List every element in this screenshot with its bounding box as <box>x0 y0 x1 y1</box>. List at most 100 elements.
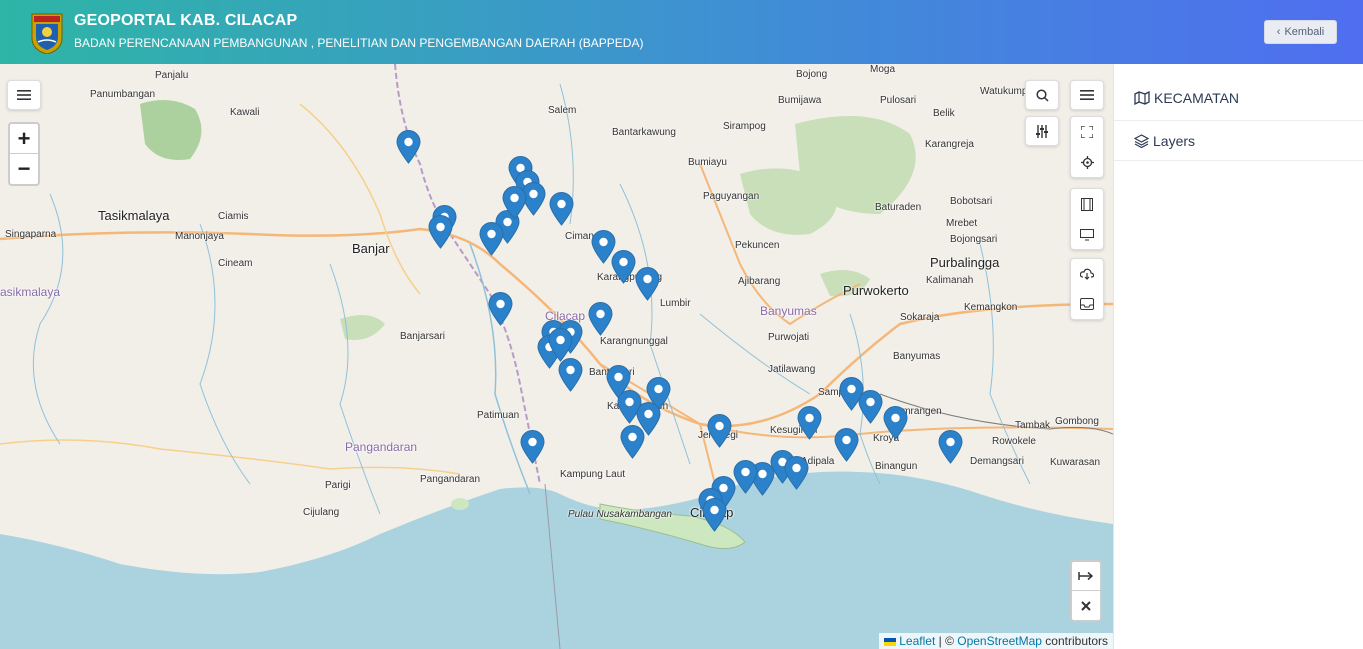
data-tools-group <box>1070 258 1104 320</box>
map-view[interactable]: Panjalu Panumbangan Kawali Tasikmalaya Ciami… <box>0 64 1113 649</box>
locate-icon[interactable] <box>1080 155 1094 169</box>
menu-toggle-button[interactable] <box>7 80 41 110</box>
map-label: Singaparna <box>5 229 57 240</box>
back-button-label: Kembali <box>1284 26 1325 38</box>
map-label: Banyumas <box>893 351 941 362</box>
map-label: Bumiayu <box>688 157 727 168</box>
map-marker-pin[interactable] <box>707 414 732 448</box>
cilacap-logo <box>31 13 63 54</box>
app-subtitle: BADAN PERENCANAAN PEMBANGUNAN , PENELITI… <box>74 36 644 50</box>
map-marker-pin[interactable] <box>428 215 453 249</box>
zoom-in-button[interactable]: + <box>10 124 38 154</box>
map-label: Banyumas <box>760 304 817 318</box>
inbox-icon[interactable] <box>1080 298 1094 310</box>
view-tools-group <box>1070 188 1104 250</box>
map-label: Kawali <box>230 107 260 118</box>
map-icon <box>1134 91 1150 105</box>
map-marker-pin[interactable] <box>558 358 583 392</box>
chevron-left-icon: ‹ <box>1276 26 1281 38</box>
map-marker-pin[interactable] <box>479 222 504 256</box>
map-label: Parigi <box>325 480 351 491</box>
map-label: Ciamis <box>218 211 249 222</box>
hamburger-icon <box>17 90 31 100</box>
map-label: Bojongsari <box>950 234 998 245</box>
search-button[interactable] <box>1025 80 1059 110</box>
film-icon[interactable] <box>1081 197 1093 211</box>
map-marker-pin[interactable] <box>548 328 573 362</box>
layer-menu-button[interactable] <box>1070 80 1104 110</box>
app-title: GEOPORTAL KAB. CILACAP <box>74 12 298 29</box>
osm-link[interactable]: OpenStreetMap <box>957 634 1042 648</box>
map-marker-pin[interactable] <box>502 186 527 220</box>
leaflet-link[interactable]: Leaflet <box>899 634 935 648</box>
map-label: Pangandaran <box>345 440 418 454</box>
map-label: Panjalu <box>155 70 189 81</box>
sidebar-item-layers[interactable]: Layers <box>1114 121 1363 161</box>
map-label: Kemangkon <box>964 302 1018 313</box>
map-marker-pin[interactable] <box>520 430 545 464</box>
map-label: Banjarsari <box>400 331 446 342</box>
map-marker-pin[interactable] <box>733 460 758 494</box>
map-marker-pin[interactable] <box>396 130 421 164</box>
map-label: Rowokele <box>992 436 1036 447</box>
map-label: Ajibarang <box>738 276 781 287</box>
map-marker-pin[interactable] <box>620 425 645 459</box>
map-label: Purbalingga <box>930 255 1000 270</box>
map-label: Panumbangan <box>90 89 156 100</box>
map-label: Patimuan <box>477 410 520 421</box>
map-label: Purwojati <box>768 332 810 343</box>
map-label: Bobotsari <box>950 196 993 207</box>
map-marker-pin[interactable] <box>883 406 908 440</box>
map-label: Tasikmalaya <box>98 208 170 223</box>
map-label: Demangsari <box>970 456 1024 467</box>
filter-button[interactable] <box>1025 116 1059 146</box>
sidebar-item-kecamatan[interactable]: KECAMATAN <box>1114 64 1363 121</box>
map-marker-pin[interactable] <box>938 430 963 464</box>
map-marker-pin[interactable] <box>588 302 613 336</box>
map-label: Manonjaya <box>175 231 224 242</box>
sidebar: KECAMATAN Layers <box>1113 64 1363 649</box>
measure-control <box>1070 560 1102 622</box>
fullscreen-icon[interactable] <box>1081 125 1093 138</box>
ukraine-flag-icon <box>884 637 897 646</box>
map-label: asikmalaya <box>0 285 61 299</box>
map-label: Pangandaran <box>420 474 481 485</box>
map-label: Pulosari <box>880 95 917 106</box>
map-label: Bojong <box>796 69 828 80</box>
expand-sidebar-button[interactable] <box>1072 562 1100 591</box>
map-label: Salem <box>548 105 577 116</box>
map-label: Lumbir <box>660 298 691 309</box>
sliders-icon <box>1036 124 1048 138</box>
map-marker-pin[interactable] <box>702 498 727 532</box>
arrow-right-bar-icon <box>1078 571 1094 581</box>
map-label: Cineam <box>218 258 253 269</box>
back-button[interactable]: ‹ Kembali <box>1264 20 1337 44</box>
map-label: Banjar <box>352 241 390 256</box>
layers-icon <box>1134 133 1149 148</box>
close-button[interactable] <box>1072 591 1100 620</box>
map-marker-pin[interactable] <box>635 267 660 301</box>
attribution-separator: | © <box>935 634 958 648</box>
screen-icon[interactable] <box>1080 228 1094 241</box>
hamburger-icon <box>1080 90 1094 100</box>
map-label: Purwokerto <box>843 283 909 298</box>
sidebar-item-label: KECAMATAN <box>1154 90 1240 106</box>
map-marker-pin[interactable] <box>488 292 513 326</box>
zoom-out-button[interactable]: − <box>10 154 38 184</box>
map-marker-pin[interactable] <box>797 406 822 440</box>
map-marker-pin[interactable] <box>858 390 883 424</box>
map-label: Cijulang <box>303 507 340 518</box>
cloud-download-icon[interactable] <box>1080 268 1094 280</box>
map-marker-pin[interactable] <box>834 428 859 462</box>
map-marker-pin[interactable] <box>784 456 809 490</box>
zoom-control: + − <box>8 122 40 186</box>
map-marker-pin[interactable] <box>611 250 636 284</box>
search-icon <box>1035 88 1049 102</box>
map-label: Kuwarasan <box>1050 457 1101 468</box>
map-label: Mrebet <box>946 218 978 229</box>
map-label: Kampung Laut <box>560 469 626 480</box>
map-label: Gombong <box>1055 416 1099 427</box>
map-label: Baturaden <box>875 202 922 213</box>
map-label: Pekuncen <box>735 240 780 251</box>
map-marker-pin[interactable] <box>549 192 574 226</box>
